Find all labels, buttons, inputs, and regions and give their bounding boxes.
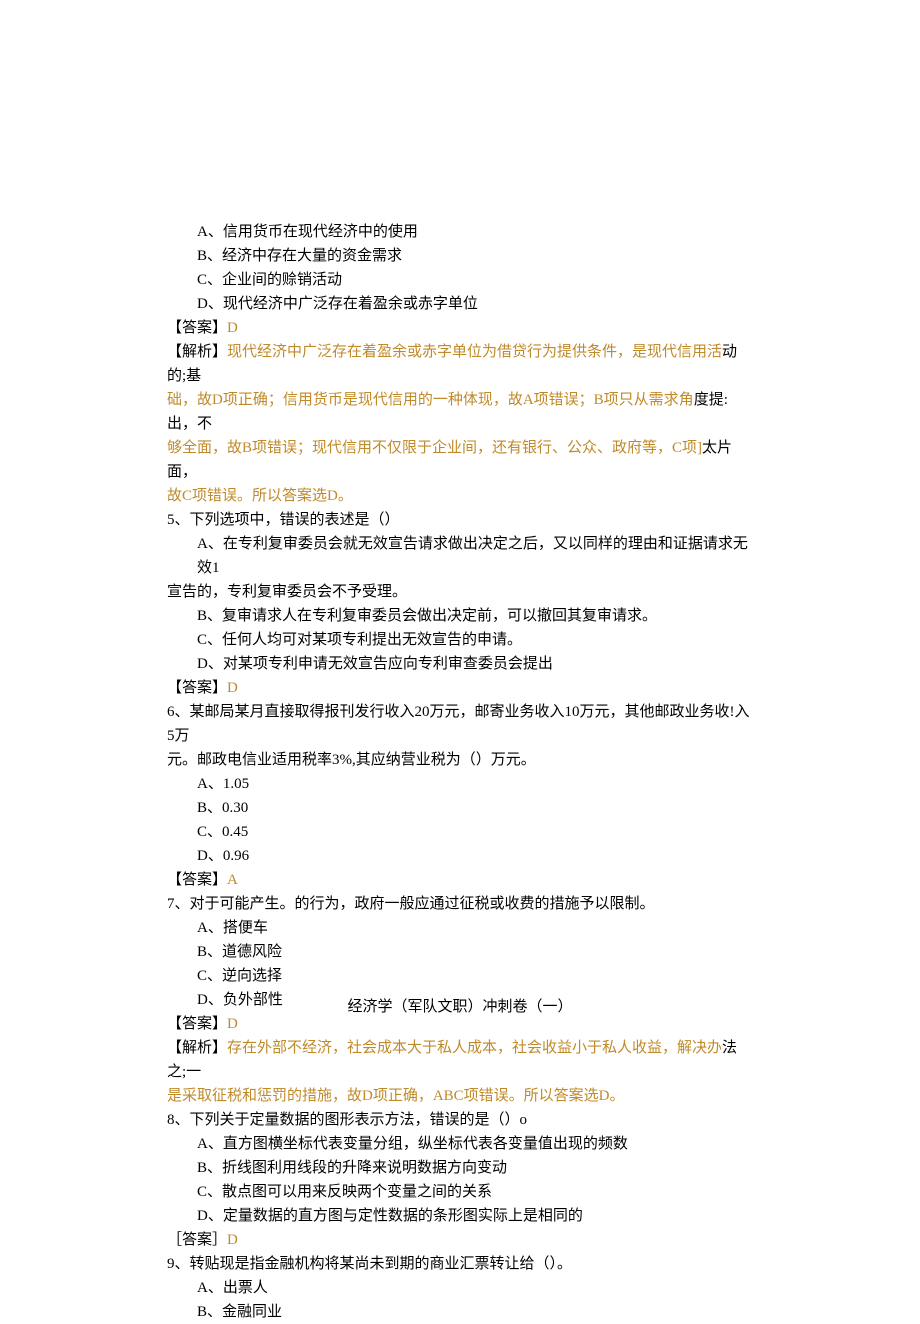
q4-analysis-line4: 故C项错误。所以答案选D。	[167, 484, 755, 508]
q4-option-c: C、企业间的赊销活动	[167, 268, 755, 292]
analysis-label: 【解析】	[167, 1040, 227, 1056]
analysis-text: 够全面，故B项错误；现代信用不仅限于企业间，还有银行、公众、政府等，C项]	[167, 440, 702, 456]
q6-option-c: C、0.45	[167, 820, 755, 844]
q6-option-b: B、0.30	[167, 796, 755, 820]
answer-letter: A	[227, 872, 238, 888]
q5-option-a-line2: 宣告的，专利复审委员会不予受理。	[167, 580, 755, 604]
q5-option-a-line1: A、在专利复审委员会就无效宣告请求做出决定之后，又以同样的理由和证据请求无效1	[167, 532, 755, 580]
answer-letter: D	[227, 320, 238, 336]
q8-option-b: B、折线图利用线段的升降来说明数据方向变动	[167, 1156, 755, 1180]
q7-stem: 7、对于可能产生。的行为，政府一般应通过征税或收费的措施予以限制。	[167, 892, 755, 916]
q6-answer: 【答案】A	[167, 868, 755, 892]
q4-analysis-line3: 够全面，故B项错误；现代信用不仅限于企业间，还有银行、公众、政府等，C项]太片面…	[167, 436, 755, 484]
q5-option-d: D、对某项专利申请无效宣告应向专利审查委员会提出	[167, 652, 755, 676]
q7-option-a: A、搭便车	[167, 916, 755, 940]
q5-option-c: C、任何人均可对某项专利提出无效宣告的申请。	[167, 628, 755, 652]
analysis-text: 现代经济中广泛存在着盈余或赤字单位为借贷行为提供条件，是现代信用活	[227, 344, 722, 360]
q6-option-a: A、1.05	[167, 772, 755, 796]
analysis-label: 【解析】	[167, 344, 227, 360]
q8-option-c: C、散点图可以用来反映两个变量之间的关系	[167, 1180, 755, 1204]
q9-option-b: B、金融同业	[167, 1300, 755, 1324]
q6-stem-line1: 6、某邮局某月直接取得报刊发行收入20万元，邮寄业务收入10万元，其他邮政业务收…	[167, 700, 755, 748]
q6-option-d: D、0.96	[167, 844, 755, 868]
q7-analysis-line1: 【解析】存在外部不经济，社会成本大于私人成本，社会收益小于私人收益，解决办法之;…	[167, 1036, 755, 1084]
q7-option-c: C、逆向选择	[167, 964, 755, 988]
q4-option-b: B、经济中存在大量的资金需求	[167, 244, 755, 268]
q9-stem: 9、转贴现是指金融机构将某尚未到期的商业汇票转让给（）。	[167, 1252, 755, 1276]
q6-stem-line2: 元。邮政电信业适用税率3%,其应纳营业税为（）万元。	[167, 748, 755, 772]
q5-answer: 【答案】D	[167, 676, 755, 700]
analysis-text: 础，故D项正确；信用货币是现代信用的一种体现，故A项错误；B项只从需求角	[167, 392, 694, 408]
q7-analysis-line2: 是采取征税和惩罚的措施，故D项正确，ABC项错误。所以答案选D。	[167, 1084, 755, 1108]
answer-label: 【答案】	[167, 872, 227, 888]
q9-option-a: A、出票人	[167, 1276, 755, 1300]
analysis-text: 存在外部不经济，社会成本大于私人成本，社会收益小于私人收益，解决办	[227, 1040, 722, 1056]
answer-label: 【答案】	[167, 320, 227, 336]
q4-option-a: A、信用货币在现代经济中的使用	[167, 220, 755, 244]
q4-analysis-line1: 【解析】现代经济中广泛存在着盈余或赤字单位为借贷行为提供条件，是现代信用活动的;…	[167, 340, 755, 388]
q8-answer: ［答案］D	[167, 1228, 755, 1252]
answer-letter: D	[227, 680, 238, 696]
q4-answer: 【答案】D	[167, 316, 755, 340]
answer-letter: D	[227, 1232, 238, 1248]
q8-option-d: D、定量数据的直方图与定性数据的条形图实际上是相同的	[167, 1204, 755, 1228]
q7-option-b: B、道德风险	[167, 940, 755, 964]
answer-label: 【答案】	[167, 680, 227, 696]
q4-analysis-line2: 础，故D项正确；信用货币是现代信用的一种体现，故A项错误；B项只从需求角度提:出…	[167, 388, 755, 436]
document-page: A、信用货币在现代经济中的使用 B、经济中存在大量的资金需求 C、企业间的赊销活…	[0, 0, 920, 1324]
answer-label: ［答案］	[167, 1232, 227, 1248]
q8-option-a: A、直方图横坐标代表变量分组，纵坐标代表各变量值出现的频数	[167, 1132, 755, 1156]
q4-option-d: D、现代经济中广泛存在着盈余或赤字单位	[167, 292, 755, 316]
q5-option-b: B、复审请求人在专利复审委员会做出决定前，可以撤回其复审请求。	[167, 604, 755, 628]
q8-stem: 8、下列关于定量数据的图形表示方法，错误的是（）o	[167, 1108, 755, 1132]
q5-stem: 5、下列选项中，错误的表述是（）	[167, 508, 755, 532]
page-footer: 经济学（军队文职）冲刺卷（一）	[0, 995, 920, 1019]
analysis-text: 是采取征税和惩罚的措施，故D项正确，ABC项错误。所以答案选D。	[167, 1088, 625, 1104]
analysis-text: 故C项错误。所以答案选D。	[167, 488, 353, 504]
